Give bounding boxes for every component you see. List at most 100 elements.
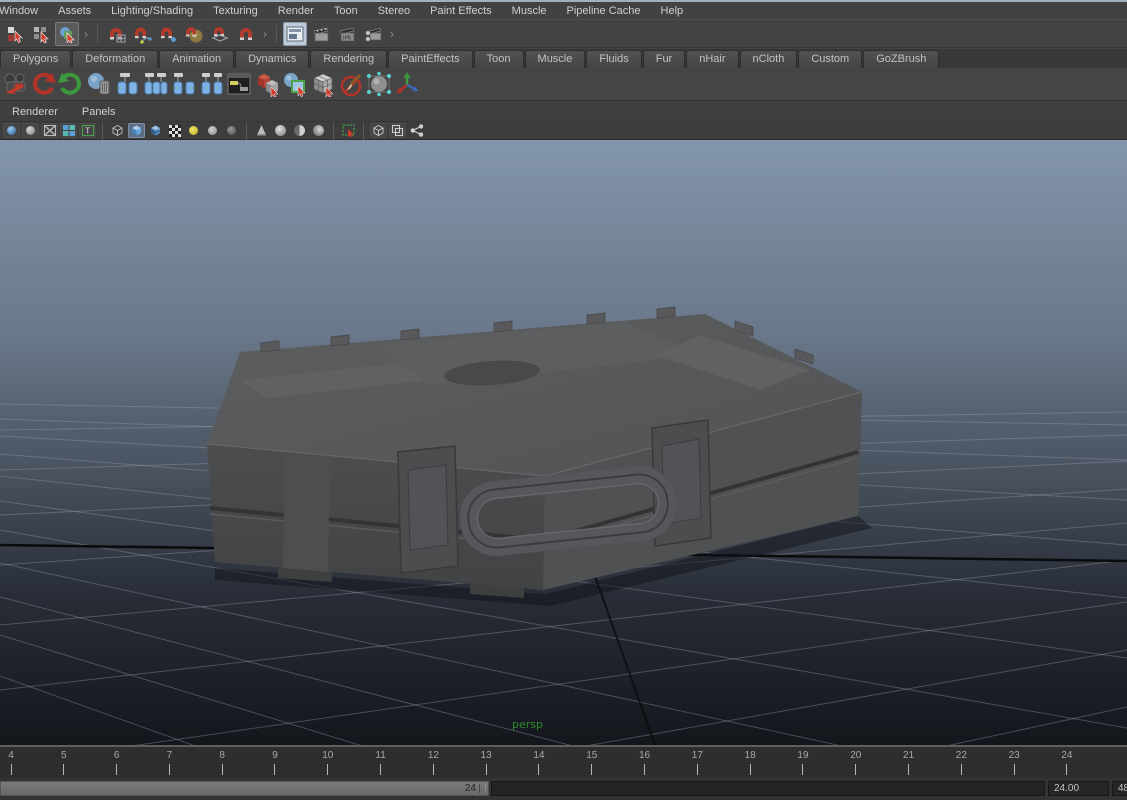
render-settings-button[interactable] [361,22,385,46]
snap-to-curves-button[interactable] [130,22,154,46]
joint-nodes-icon [114,71,140,97]
collapse-arrow-icon[interactable]: › [80,27,92,41]
soft-dome-light-button[interactable] [310,123,327,138]
ipr-clapperboard-icon: IPR [338,25,356,43]
sphere-delete-button[interactable] [85,70,113,98]
joint-nodes-icon [198,71,224,97]
snap-to-projected-center-button[interactable] [182,22,206,46]
tab-fluids[interactable]: Fluids [586,50,641,68]
xray-cube-button[interactable] [370,123,387,138]
menu-assets[interactable]: Assets [48,5,101,17]
checker-render-button[interactable] [166,123,183,138]
magnet-grid-icon [106,24,126,44]
tab-nhair[interactable]: nHair [686,50,738,68]
all-lights-button[interactable] [204,123,221,138]
select-hierarchy-icon [6,25,24,43]
menu-pipeline-cache[interactable]: Pipeline Cache [557,5,651,17]
tab-fur[interactable]: Fur [643,50,686,68]
tab-animation[interactable]: Animation [159,50,234,68]
menu-toon[interactable]: Toon [324,5,368,17]
lattice-sphere-button[interactable] [365,70,393,98]
tab-toon[interactable]: Toon [474,50,524,68]
share-nodes-button[interactable] [408,123,425,138]
select-by-hierarchy-button[interactable] [3,22,27,46]
menu-render[interactable]: Render [268,5,324,17]
four-view-button[interactable] [60,123,77,138]
menu-help[interactable]: Help [651,5,694,17]
front-rib [283,452,330,572]
wireframe-mode-button[interactable] [109,123,126,138]
camera-sphere-button[interactable] [3,123,20,138]
grid-collapse-button[interactable] [41,123,58,138]
camera-circle-button[interactable] [22,123,39,138]
tab-muscle[interactable]: Muscle [525,50,586,68]
ipr-render-button[interactable]: IPR [335,22,359,46]
joint-nodes-4-button[interactable] [197,70,225,98]
overlap-frames-button[interactable] [389,123,406,138]
menu-paint-effects[interactable]: Paint Effects [420,5,502,17]
time-slider[interactable]: 4 5 6 7 8 9 10 11 12 13 14 15 16 17 18 1… [0,745,1127,778]
menu-lighting-shading[interactable]: Lighting/Shading [101,5,203,17]
joint-nodes-1-button[interactable] [113,70,141,98]
perspective-viewport[interactable]: persp [0,140,1127,745]
no-lights-button[interactable] [223,123,240,138]
joint-nodes-3-button[interactable] [169,70,197,98]
range-grip-handle[interactable] [479,784,486,793]
frame-label: 24 [1056,750,1078,761]
menu-panels[interactable]: Panels [70,106,128,118]
sphere-light-button[interactable] [272,123,289,138]
range-slider-track[interactable] [491,781,1045,796]
menu-muscle[interactable]: Muscle [502,5,557,17]
smooth-shade-mode-button[interactable] [128,123,145,138]
snap-to-grids-button[interactable] [104,22,128,46]
axis-tripod-button[interactable] [393,70,421,98]
tab-painteffects[interactable]: PaintEffects [388,50,473,68]
playback-end-time-field[interactable]: 24.00 [1048,781,1109,796]
camera-red-arrow-button[interactable] [1,70,29,98]
sphere-cube-icon [282,71,308,97]
tab-gozbrush[interactable]: GoZBrush [863,50,939,68]
tab-deformation[interactable]: Deformation [72,50,158,68]
cone-light-button[interactable] [253,123,270,138]
tab-custom[interactable]: Custom [798,50,862,68]
snap-to-view-planes-button[interactable] [208,22,232,46]
joint-nodes-2-button[interactable] [141,70,169,98]
node-editor-button[interactable] [225,70,253,98]
camera-icon [2,71,28,97]
paint-brush-disabled-button[interactable] [337,70,365,98]
tab-dynamics[interactable]: Dynamics [235,50,309,68]
sphere-green-cube-button[interactable] [281,70,309,98]
magnet-icon [236,24,256,44]
tab-rendering[interactable]: Rendering [310,50,387,68]
collapse-arrow-icon[interactable]: › [259,27,271,41]
half-dome-light-button[interactable] [291,123,308,138]
undo-button[interactable] [29,70,57,98]
snap-to-points-button[interactable] [156,22,180,46]
select-by-object-type-button[interactable] [29,22,53,46]
menu-stereo[interactable]: Stereo [368,5,420,17]
text-display-button[interactable]: T [79,123,96,138]
collapse-arrow-icon[interactable]: › [386,27,398,41]
tab-ncloth[interactable]: nCloth [740,50,798,68]
select-by-component-type-button[interactable] [55,22,79,46]
make-object-live-button[interactable] [234,22,258,46]
menu-renderer[interactable]: Renderer [0,106,70,118]
poly-cube-grid-button[interactable] [309,70,337,98]
textured-mode-button[interactable] [147,123,164,138]
default-light-button[interactable] [185,123,202,138]
redo-button[interactable] [57,70,85,98]
magnet-point-icon [158,24,178,44]
playback-range-slider[interactable]: 24 [0,781,489,796]
menu-window[interactable]: Window [0,5,48,17]
cube-stack-select-button[interactable] [253,70,281,98]
collapse-x-icon [44,125,56,136]
animation-end-time-field[interactable]: 48.00 [1112,781,1127,796]
viewport-canvas[interactable]: persp [0,140,1127,745]
open-render-view-button[interactable] [283,22,307,46]
textured-cube-icon [149,124,162,137]
frame-label: 20 [845,750,867,761]
isolate-select-button[interactable] [340,123,357,138]
tab-polygons[interactable]: Polygons [0,50,71,68]
menu-texturing[interactable]: Texturing [203,5,268,17]
render-current-frame-button[interactable] [309,22,333,46]
